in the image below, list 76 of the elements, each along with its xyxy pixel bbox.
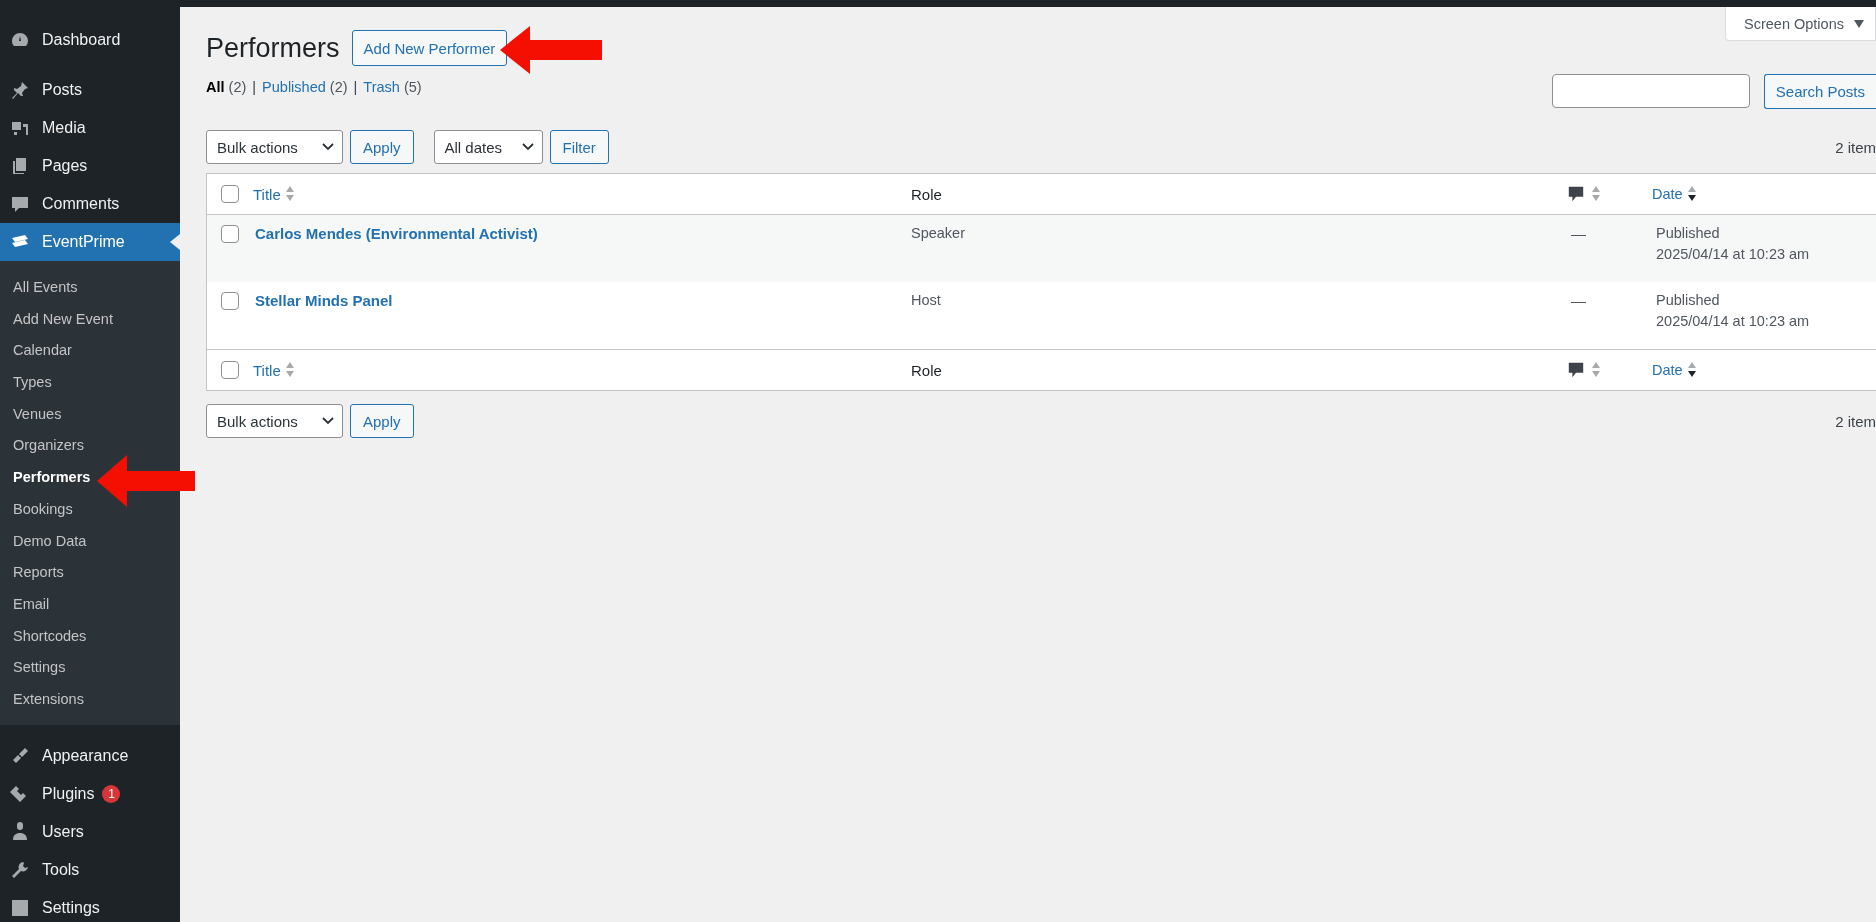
separator: | — [252, 79, 257, 95]
row-checkbox[interactable] — [221, 292, 239, 310]
menu-item[interactable]: Settings — [0, 888, 180, 922]
submenu-item[interactable]: Shortcodes — [13, 620, 87, 653]
apply-button[interactable]: Apply — [350, 130, 414, 164]
row-checkbox[interactable] — [221, 225, 239, 243]
screen-options-tab[interactable]: Screen Options — [1725, 7, 1876, 41]
menu-icon — [10, 821, 30, 842]
sortable-column-header[interactable]: Title — [253, 361, 281, 379]
menu-item[interactable]: Appearance — [0, 736, 180, 775]
column-header: Role — [911, 361, 942, 379]
items-count: 2 item — [1835, 138, 1876, 156]
menu-item[interactable]: Plugins 1 — [0, 774, 180, 813]
bulk-actions-select[interactable]: Bulk actions — [206, 130, 343, 164]
items-count: 2 item — [1835, 412, 1876, 430]
date-filter-select[interactable]: All dates — [433, 130, 543, 164]
chevron-down-icon — [322, 143, 334, 151]
post-title-link[interactable]: Stellar Minds Panel — [253, 292, 393, 309]
menu-item[interactable]: Media — [0, 109, 180, 147]
menu-item[interactable]: Tools — [0, 850, 180, 889]
select-all-checkbox[interactable] — [221, 361, 239, 379]
sortable-column-header[interactable]: Title — [253, 185, 281, 203]
comment-count: — — [1571, 225, 1586, 242]
add-new-button[interactable]: Add New Performer — [351, 30, 508, 66]
menu-item[interactable]: Comments — [0, 185, 180, 223]
post-date: 2025/04/14 at 10:23 am — [1656, 246, 1811, 262]
select-all-checkbox[interactable] — [221, 185, 239, 203]
comment-bubble-icon[interactable] — [1567, 185, 1585, 203]
submenu-item[interactable]: All Events — [13, 272, 78, 304]
post-status: Published — [1656, 225, 1721, 241]
role-cell: Speaker — [911, 225, 965, 241]
submenu-item[interactable]: Calendar — [13, 335, 72, 368]
menu-item[interactable]: Dashboard — [0, 21, 180, 59]
post-status: Published — [1656, 292, 1721, 308]
current-menu-pointer-icon — [170, 232, 180, 252]
search-button[interactable]: Search Posts — [1763, 74, 1876, 109]
menu-item[interactable]: Pages — [0, 147, 180, 185]
submenu-item[interactable]: Performers — [13, 462, 91, 494]
comment-bubble-icon[interactable] — [1567, 361, 1585, 379]
menu-item[interactable]: Posts — [0, 71, 180, 109]
submenu-item[interactable]: Bookings — [13, 493, 73, 526]
caret-icon — [1853, 19, 1864, 28]
submenu-item[interactable]: Types — [13, 367, 52, 399]
menu-item[interactable]: Users — [0, 812, 180, 851]
view-filter-link[interactable]: Trash (5) — [363, 79, 422, 95]
menu-icon — [10, 859, 30, 880]
chevron-down-icon — [521, 143, 534, 151]
submenu-item[interactable]: Settings — [13, 652, 66, 684]
view-filter-link[interactable]: All (2) — [206, 79, 247, 95]
bulk-actions-select[interactable]: Bulk actions — [206, 404, 343, 438]
submenu-item[interactable]: Demo Data — [13, 525, 87, 558]
submenu-item[interactable]: Email — [13, 588, 50, 621]
submenu-item[interactable]: Reports — [13, 557, 64, 589]
menu-icon — [10, 897, 30, 918]
view-filter-link[interactable]: Published (2) — [262, 79, 348, 95]
search-field[interactable] — [1551, 74, 1750, 108]
chevron-down-icon — [322, 417, 334, 425]
submenu-item[interactable]: Venues — [13, 398, 62, 431]
menu-item[interactable]: EventPrime — [0, 223, 180, 261]
menu-icon — [10, 194, 30, 214]
menu-icon — [10, 80, 30, 100]
sortable-column-header[interactable]: Date — [1652, 362, 1683, 378]
sortable-column-header[interactable]: Date — [1652, 186, 1683, 202]
column-header: Role — [911, 185, 942, 203]
apply-button[interactable]: Apply — [350, 404, 414, 438]
submenu-item[interactable]: Organizers — [13, 430, 84, 463]
submenu-item[interactable]: Extensions — [13, 683, 84, 716]
role-cell: Host — [911, 292, 941, 308]
post-title-link[interactable]: Carlos Mendes (Environmental Activist) — [253, 225, 538, 242]
page-title: Performers — [206, 32, 340, 64]
separator: | — [353, 79, 358, 95]
comment-count: — — [1571, 292, 1586, 309]
post-date: 2025/04/14 at 10:23 am — [1656, 313, 1811, 329]
filter-button[interactable]: Filter — [549, 130, 609, 164]
submenu-item[interactable]: Add New Event — [13, 303, 113, 336]
update-count-badge: 1 — [102, 784, 121, 803]
